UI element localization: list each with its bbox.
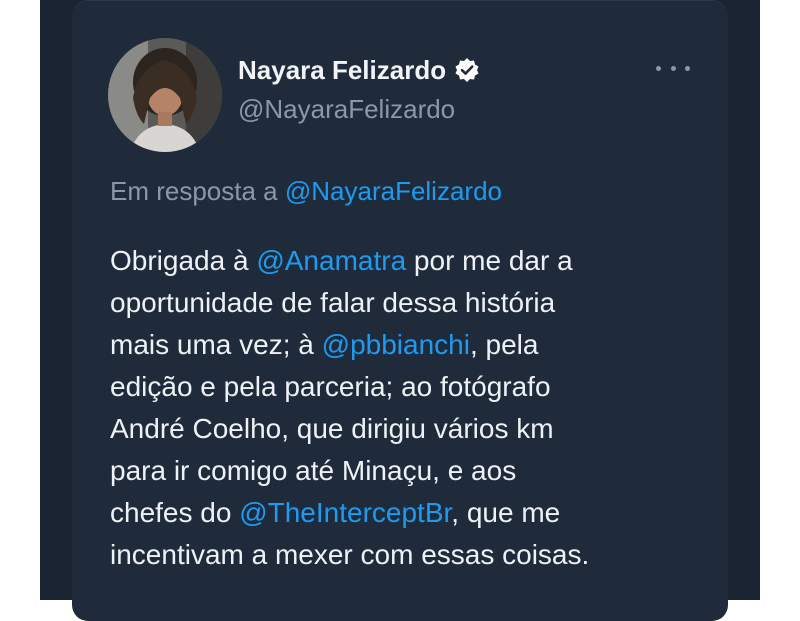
author-avatar[interactable] — [108, 38, 222, 152]
tweet-line: para ir comigo até Minaçu, e aos — [110, 450, 710, 492]
mention-link[interactable]: @Anamatra — [256, 245, 406, 276]
tweet-text-segment: Obrigada à — [110, 245, 257, 276]
tweet-line: André Coelho, que dirigiu vários km — [110, 408, 710, 450]
tweet-text-segment: , pela — [469, 329, 539, 360]
tweet-line: edição e pela parceria; ao fotógrafo — [110, 366, 710, 408]
author-display-name[interactable]: Nayara Felizardo — [238, 55, 446, 86]
verified-badge-icon — [454, 57, 480, 83]
more-dot — [670, 65, 676, 71]
tweet-text-segment: mais uma vez; à — [110, 329, 322, 360]
more-options-icon[interactable] — [656, 58, 690, 78]
tweet-text-segment: edição e pela parceria; ao fotógrafo — [110, 371, 551, 402]
tweet-text-segment: André Coelho, que dirigiu vários km — [110, 413, 554, 444]
author-name-row[interactable]: Nayara Felizardo — [238, 52, 480, 88]
tweet-line: Obrigada à @Anamatra por me dar a — [110, 240, 710, 282]
tweet-text-segment: chefes do — [110, 497, 240, 528]
tweet-line: oportunidade de falar dessa história — [110, 282, 710, 324]
tweet-text-segment: por me dar a — [406, 245, 573, 276]
tweet-line: chefes do @TheInterceptBr, que me — [110, 492, 710, 534]
tweet-text-segment: , que me — [451, 497, 561, 528]
reply-context: Em resposta a @NayaraFelizardo — [110, 176, 502, 207]
reply-mention-link[interactable]: @NayaraFelizardo — [285, 176, 502, 206]
tweet-text: Obrigada à @Anamatra por me dar a oportun… — [110, 240, 710, 576]
tweet-text-segment: incentivam a mexer com essas coisas. — [110, 539, 590, 570]
tweet-text-segment: para ir comigo até Minaçu, e aos — [110, 455, 517, 486]
mention-link[interactable]: @TheInterceptBr — [239, 497, 451, 528]
more-dot — [685, 65, 690, 71]
mention-link[interactable]: @pbbianchi — [322, 329, 470, 360]
author-handle[interactable]: @NayaraFelizardo — [238, 94, 455, 125]
tweet-line: mais uma vez; à @pbbianchi, pela — [110, 324, 710, 366]
reply-prefix: Em resposta a — [110, 176, 285, 206]
tweet-text-segment: oportunidade de falar dessa história — [110, 287, 556, 318]
more-dot — [656, 65, 661, 71]
tweet-line: incentivam a mexer com essas coisas. — [110, 534, 710, 576]
